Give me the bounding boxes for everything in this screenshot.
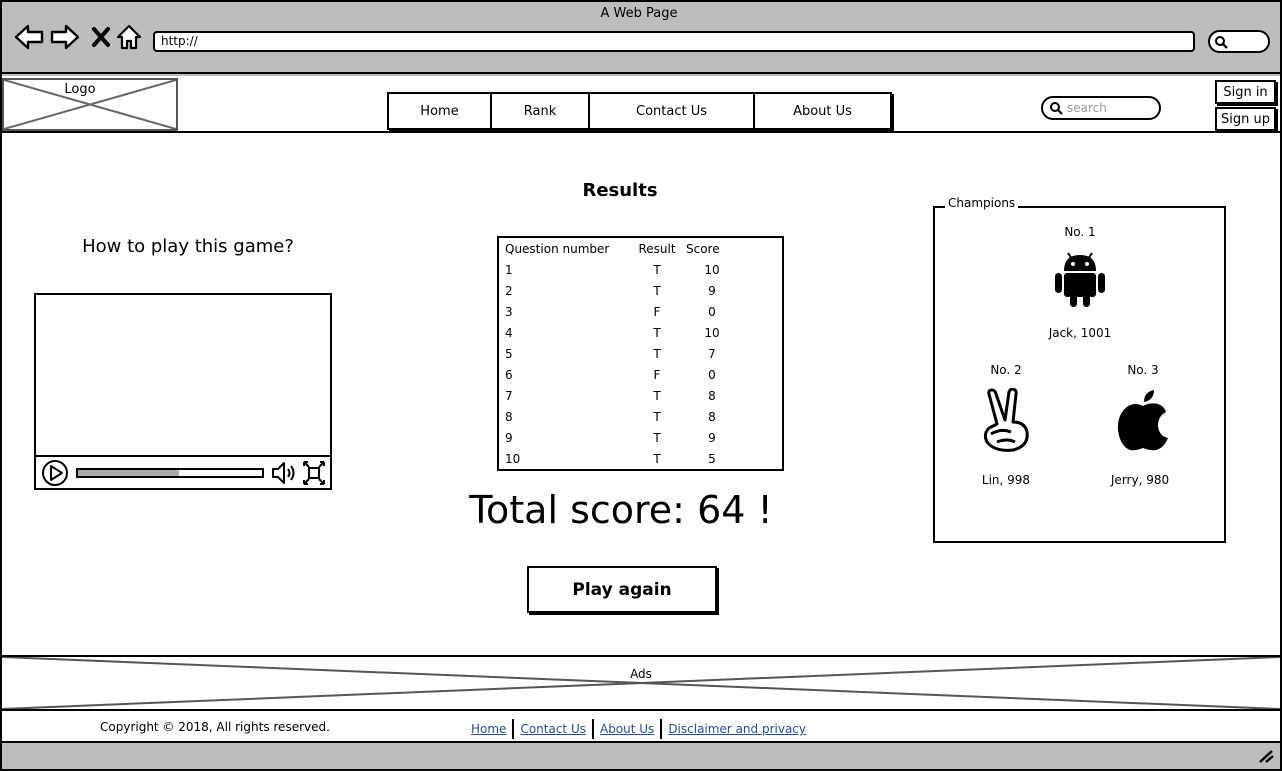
forward-icon[interactable] <box>50 20 80 54</box>
search-icon <box>1215 36 1228 49</box>
header-question-number: Question number <box>505 241 610 256</box>
champion-1-name: Jack, 1001 <box>1048 326 1112 340</box>
score-cell: 7 <box>708 346 716 361</box>
header-result: Result <box>638 241 676 256</box>
window-title: A Web Page <box>600 6 678 21</box>
table-row: 2 T 9 <box>499 280 782 301</box>
result-cell: F <box>653 367 661 382</box>
nav-contact-us[interactable]: Contact Us <box>590 94 755 128</box>
result-cell: T <box>653 346 661 361</box>
question-number-cell: 8 <box>505 409 513 424</box>
home-icon[interactable] <box>114 20 144 54</box>
table-body: 1 T 10 2 T 9 3 F 0 4 T 10 5 T 7 6 F 0 7 T 8 8 T 8 9 T 9 10 T 5 <box>499 259 782 469</box>
score-cell: 8 <box>708 388 716 403</box>
score-cell: 9 <box>708 430 716 445</box>
champion-3-name: Jerry, 980 <box>1110 473 1170 487</box>
ads-placeholder: Ads <box>2 655 1280 711</box>
android-icon <box>1055 252 1105 307</box>
video-progress-bar[interactable] <box>76 467 264 478</box>
champions-legend: Champions <box>945 196 1019 210</box>
score-cell: 9 <box>708 283 716 298</box>
table-row: 10 T 5 <box>499 448 782 469</box>
nav-rank[interactable]: Rank <box>492 94 590 128</box>
ads-label: Ads <box>630 667 652 681</box>
video-progress-fill <box>78 469 180 476</box>
site-search-input[interactable]: search <box>1041 96 1161 120</box>
logo-label: Logo <box>64 82 96 97</box>
score-cell: 0 <box>708 304 716 319</box>
champion-3-rank: No. 3 <box>1127 363 1159 377</box>
nav-home[interactable]: Home <box>389 94 492 128</box>
play-icon[interactable] <box>40 458 70 488</box>
champion-2-rank: No. 2 <box>990 363 1022 377</box>
score-cell: 10 <box>704 325 720 340</box>
sign-in-button[interactable]: Sign in <box>1215 80 1276 104</box>
question-number-cell: 5 <box>505 346 513 361</box>
peace-hand-icon <box>983 388 1029 452</box>
question-number-cell: 1 <box>505 262 513 277</box>
results-table: Question number Result Score 1 T 10 2 T 9 3 F 0 4… <box>497 236 784 471</box>
search-icon <box>1050 102 1063 115</box>
apple-icon <box>1117 390 1168 451</box>
score-cell: 5 <box>708 451 716 466</box>
table-row: 3 F 0 <box>499 301 782 322</box>
result-cell: T <box>653 451 661 466</box>
footer-links: Home Contact Us About Us Disclaimer and … <box>465 718 812 740</box>
play-again-button[interactable]: Play again <box>527 566 717 613</box>
howto-title: How to play this game? <box>82 236 294 257</box>
total-score: Total score: 64 ! <box>469 488 773 532</box>
sign-up-button[interactable]: Sign up <box>1215 107 1276 131</box>
header-score: Score <box>686 241 720 256</box>
video-player[interactable] <box>34 293 332 490</box>
results-title: Results <box>582 180 658 201</box>
question-number-cell: 10 <box>505 451 521 466</box>
main-nav: Home Rank Contact Us About Us <box>387 92 892 130</box>
nav-about-us[interactable]: About Us <box>755 94 890 128</box>
table-row: 9 T 9 <box>499 427 782 448</box>
result-cell: T <box>653 388 661 403</box>
table-row: 1 T 10 <box>499 259 782 280</box>
question-number-cell: 4 <box>505 325 513 340</box>
score-cell: 10 <box>704 262 720 277</box>
volume-icon[interactable] <box>270 460 300 486</box>
table-row: 5 T 7 <box>499 343 782 364</box>
search-placeholder: search <box>1067 101 1107 115</box>
status-bar <box>2 743 1280 769</box>
result-cell: T <box>653 430 661 445</box>
copyright-text: Copyright © 2018, All rights reserved. <box>100 720 330 734</box>
table-row: 8 T 8 <box>499 406 782 427</box>
score-cell: 8 <box>708 409 716 424</box>
video-controls <box>36 455 330 488</box>
score-cell: 0 <box>708 367 716 382</box>
browser-search-field[interactable] <box>1208 30 1270 53</box>
champion-2-name: Lin, 998 <box>981 473 1031 487</box>
result-cell: T <box>653 325 661 340</box>
resize-grip-icon[interactable] <box>1258 749 1274 763</box>
table-row: 7 T 8 <box>499 385 782 406</box>
table-row: 4 T 10 <box>499 322 782 343</box>
footer-link-about-us[interactable]: About Us <box>594 722 660 736</box>
table-row: 6 F 0 <box>499 364 782 385</box>
question-number-cell: 2 <box>505 283 513 298</box>
champion-1-rank: No. 1 <box>1064 225 1096 239</box>
url-bar[interactable]: http:// <box>153 31 1195 52</box>
question-number-cell: 3 <box>505 304 513 319</box>
footer-link-contact-us[interactable]: Contact Us <box>514 722 592 736</box>
result-cell: F <box>653 304 661 319</box>
footer-link-home[interactable]: Home <box>465 722 512 736</box>
footer-link-disclaimer[interactable]: Disclaimer and privacy <box>662 722 812 736</box>
fullscreen-icon[interactable] <box>302 460 326 486</box>
table-header-row: Question number Result Score <box>499 238 782 259</box>
back-icon[interactable] <box>14 20 44 54</box>
result-cell: T <box>653 283 661 298</box>
question-number-cell: 9 <box>505 430 513 445</box>
result-cell: T <box>653 409 661 424</box>
close-icon[interactable] <box>86 20 116 54</box>
question-number-cell: 6 <box>505 367 513 382</box>
question-number-cell: 7 <box>505 388 513 403</box>
result-cell: T <box>653 262 661 277</box>
